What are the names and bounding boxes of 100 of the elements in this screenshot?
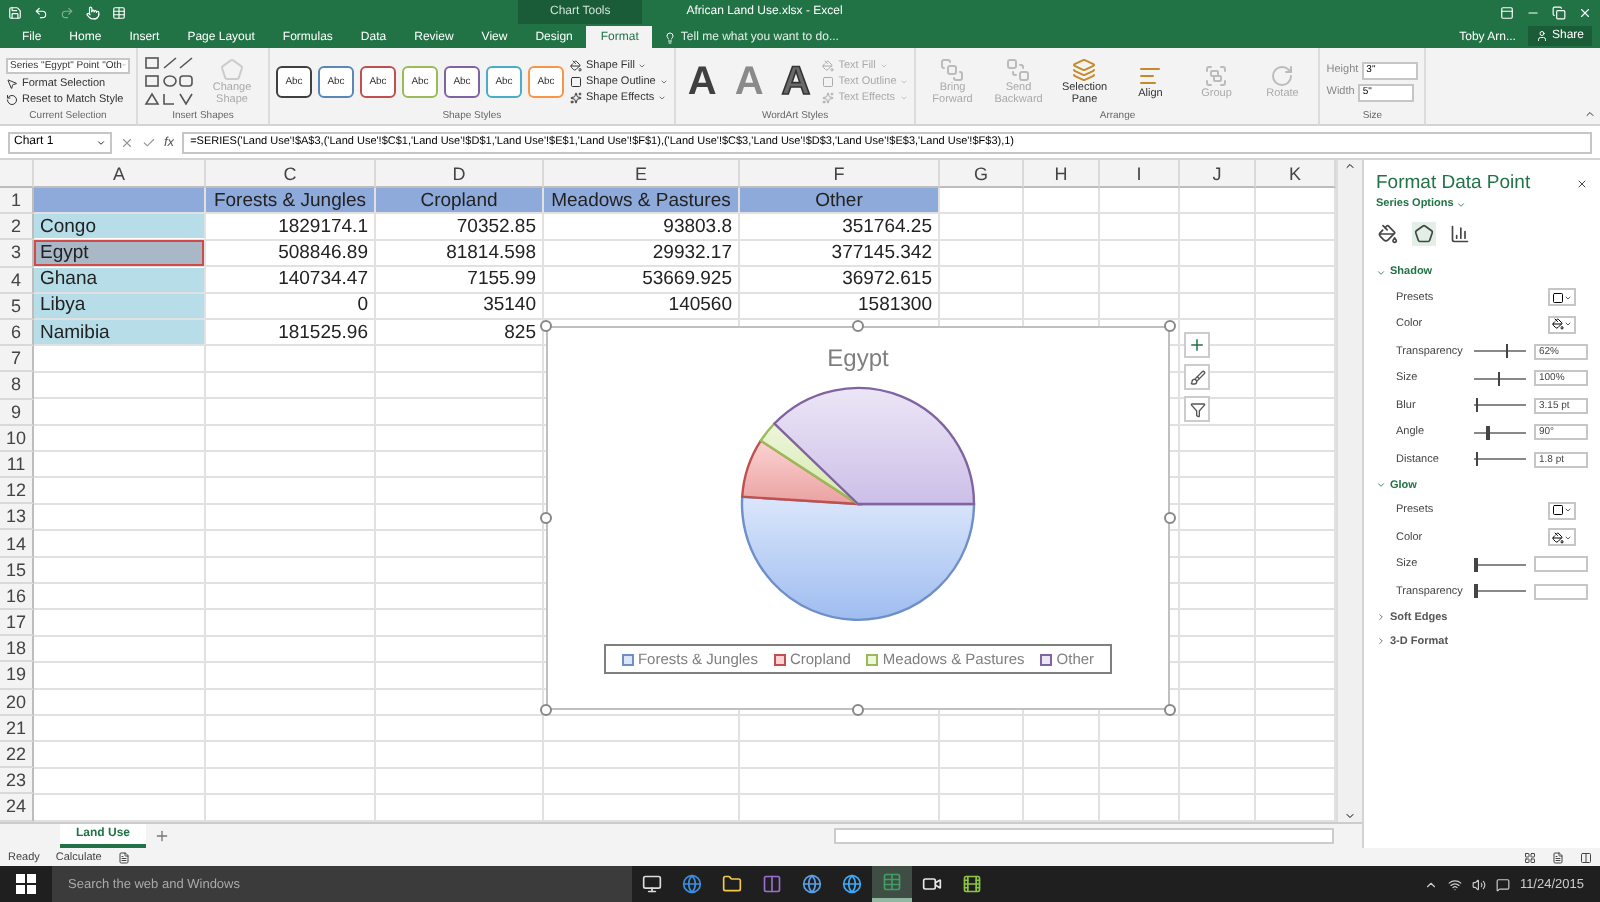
scroll-up-icon[interactable] [1344, 160, 1356, 172]
row-header[interactable]: 15 [0, 557, 34, 584]
wordart-style[interactable]: A [775, 59, 817, 103]
table-cell[interactable]: 1829174.1 [206, 214, 374, 239]
tray-caret-icon[interactable] [1423, 877, 1438, 891]
table-cell[interactable]: 351764.25 [740, 214, 938, 239]
volume-icon[interactable] [1471, 877, 1486, 891]
row-header[interactable]: 6 [0, 319, 34, 347]
table-cell[interactable]: Libya [34, 293, 204, 318]
cancel-icon[interactable] [120, 135, 134, 149]
row-header[interactable]: 16 [0, 583, 34, 610]
page-break-icon[interactable] [1580, 851, 1592, 863]
pane-tab[interactable] [1376, 222, 1400, 246]
table-cell[interactable]: 140734.47 [206, 267, 374, 292]
pane-tab[interactable] [1448, 222, 1472, 246]
chart-styles-button[interactable] [1184, 364, 1210, 390]
row-header[interactable]: 10 [0, 425, 34, 452]
row-header[interactable]: 11 [0, 451, 34, 479]
table-cell[interactable]: 53669.925 [544, 267, 738, 292]
column-header[interactable]: I [1100, 160, 1180, 188]
row-header[interactable]: 9 [0, 399, 34, 426]
row-header[interactable]: 12 [0, 478, 34, 505]
table-cell[interactable]: Forests & Jungles [206, 188, 374, 213]
table-cell[interactable]: 825 [376, 319, 542, 345]
horizontal-scrollbar[interactable] [834, 828, 1334, 844]
message-icon[interactable] [1495, 877, 1510, 891]
close-icon[interactable] [1576, 177, 1588, 189]
add-sheet-icon[interactable] [154, 828, 171, 844]
presets-dropdown[interactable] [1548, 501, 1576, 520]
table-cell[interactable]: Ghana [34, 267, 204, 292]
row-header[interactable]: 17 [0, 610, 34, 637]
vertical-scrollbar[interactable] [1336, 160, 1362, 822]
table-cell[interactable]: Namibia [34, 319, 204, 345]
spin-field[interactable] [1533, 583, 1588, 600]
color-dropdown[interactable] [1548, 315, 1576, 334]
column-header[interactable]: A [34, 160, 206, 188]
table-cell[interactable]: Congo [34, 214, 204, 239]
column-header[interactable]: D [376, 160, 544, 188]
column-header[interactable]: J [1180, 160, 1256, 188]
row-header[interactable]: 13 [0, 504, 34, 531]
table-cell[interactable]: 0 [206, 293, 374, 318]
row-header[interactable]: 20 [0, 689, 34, 716]
presets-dropdown[interactable] [1548, 288, 1576, 307]
row-header[interactable]: 5 [0, 293, 34, 320]
table-icon[interactable] [112, 5, 126, 19]
row-header[interactable]: 23 [0, 768, 34, 795]
table-cell[interactable]: 377145.342 [740, 240, 938, 266]
macro-icon[interactable] [117, 851, 130, 863]
chart-elements-button[interactable] [1184, 332, 1210, 358]
column-header[interactable]: G [940, 160, 1024, 188]
row-header[interactable]: 2 [0, 214, 34, 241]
resize-handle[interactable] [852, 704, 864, 716]
table-cell[interactable]: 93803.8 [544, 214, 738, 239]
column-header[interactable]: K [1256, 160, 1336, 188]
row-header[interactable]: 14 [0, 530, 34, 558]
pane-tab[interactable] [1412, 222, 1436, 246]
wordart-style[interactable]: A [681, 59, 723, 103]
table-cell[interactable]: Other [740, 188, 938, 213]
normal-view-icon[interactable] [1524, 851, 1536, 863]
shapes-gallery-icon[interactable] [144, 55, 196, 107]
row-header[interactable]: 19 [0, 662, 34, 690]
table-cell[interactable]: Egypt [34, 240, 204, 266]
row-header[interactable]: 7 [0, 346, 34, 373]
page-layout-icon[interactable] [1552, 851, 1564, 863]
table-cell[interactable]: Cropland [376, 188, 542, 213]
table-cell[interactable]: Meadows & Pastures [544, 188, 738, 213]
save-icon[interactable] [8, 5, 22, 19]
chart-filters-button[interactable] [1184, 396, 1210, 422]
row-header[interactable]: 22 [0, 741, 34, 769]
touch-mode-icon[interactable] [86, 5, 100, 19]
color-dropdown[interactable] [1548, 528, 1576, 547]
resize-handle[interactable] [1164, 704, 1176, 716]
undo-icon[interactable] [34, 5, 48, 19]
table-cell[interactable]: 70352.85 [376, 214, 542, 239]
table-cell[interactable]: 7155.99 [376, 267, 542, 292]
row-header[interactable]: 24 [0, 794, 34, 821]
table-cell[interactable]: 81814.598 [376, 240, 542, 266]
row-header[interactable]: 4 [0, 267, 34, 294]
collapse-ribbon-icon[interactable] [1584, 108, 1596, 120]
table-cell[interactable]: 140560 [544, 293, 738, 318]
scroll-down-icon[interactable] [1344, 810, 1356, 822]
network-icon[interactable] [1447, 877, 1462, 891]
column-header[interactable]: H [1024, 160, 1100, 188]
column-header[interactable]: E [544, 160, 740, 188]
table-cell[interactable]: 181525.96 [206, 319, 374, 345]
restore-icon[interactable] [1552, 5, 1566, 19]
column-header[interactable]: C [206, 160, 376, 188]
table-cell[interactable] [34, 188, 204, 213]
enter-icon[interactable] [142, 135, 156, 149]
column-header[interactable]: F [740, 160, 940, 188]
table-cell[interactable]: 508846.89 [206, 240, 374, 266]
row-header[interactable]: 21 [0, 715, 34, 742]
table-cell[interactable]: 35140 [376, 293, 542, 318]
resize-handle[interactable] [1164, 512, 1176, 524]
table-cell[interactable]: 1581300 [740, 293, 938, 318]
row-header[interactable]: 3 [0, 240, 34, 268]
row-header[interactable]: 1 [0, 188, 34, 215]
ribbon-options-icon[interactable] [1500, 5, 1514, 19]
row-header[interactable]: 18 [0, 636, 34, 663]
spin-field[interactable] [1533, 556, 1588, 573]
